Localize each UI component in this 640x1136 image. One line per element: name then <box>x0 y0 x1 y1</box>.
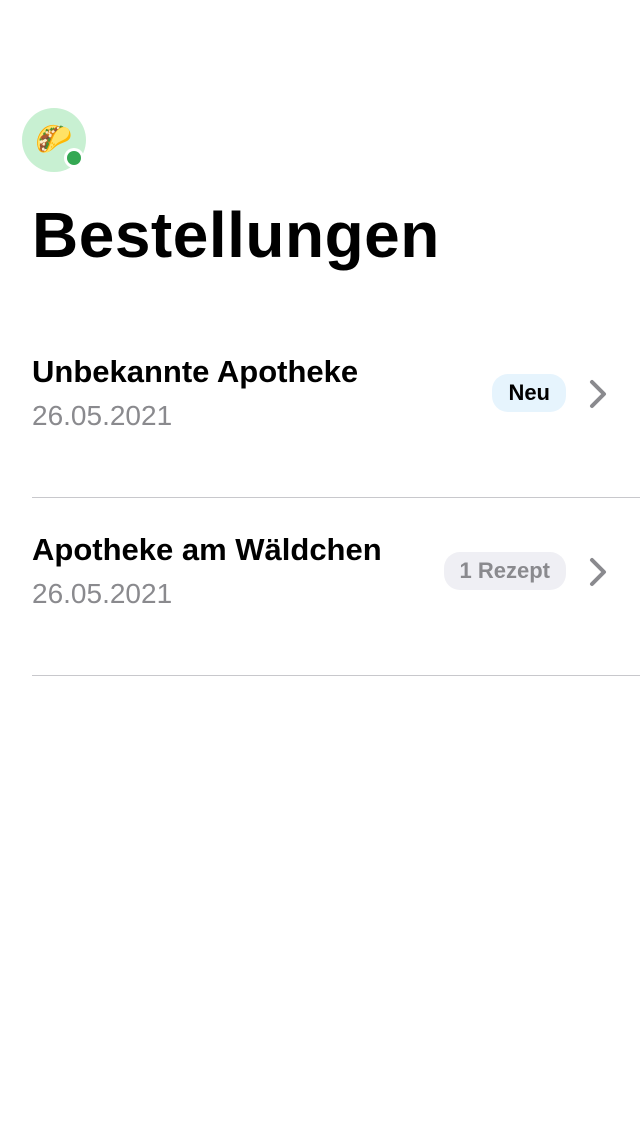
chevron-right-icon <box>590 558 606 586</box>
status-badge-new: Neu <box>492 374 566 412</box>
online-status-dot <box>67 151 81 165</box>
page-title: Bestellungen <box>32 199 440 271</box>
online-status-badge <box>64 148 84 168</box>
order-pharmacy-name: Apotheke am Wäldchen <box>32 532 382 567</box>
order-pharmacy-name: Unbekannte Apotheke <box>32 354 359 389</box>
prescription-count-badge: 1 Rezept <box>443 552 566 590</box>
row-divider <box>32 675 640 676</box>
avatar-container[interactable]: 🌮 <box>22 108 86 172</box>
order-list: Unbekannte Apotheke 26.05.2021 Neu Apoth… <box>0 320 640 676</box>
order-date: 26.05.2021 <box>32 400 173 431</box>
order-row-apotheke-am-waeldchen[interactable]: Apotheke am Wäldchen 26.05.2021 1 Rezept <box>0 498 640 676</box>
order-date: 26.05.2021 <box>32 578 173 609</box>
chevron-right-icon <box>590 380 606 408</box>
order-row-unbekannte-apotheke[interactable]: Unbekannte Apotheke 26.05.2021 Neu <box>0 320 640 498</box>
